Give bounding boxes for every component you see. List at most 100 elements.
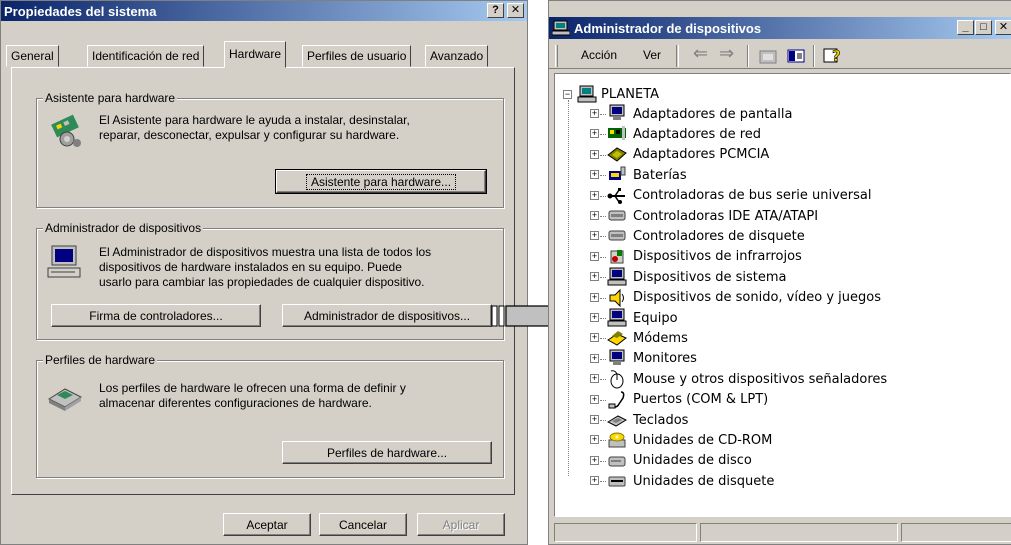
tree-item[interactable]: Puertos (COM & LPT) [607,390,768,410]
hardware-tab-panel: Asistente para hardware El Asistente par… [11,67,515,495]
expand-toggle[interactable]: + [590,251,599,261]
tree-item-label: Monitores [633,351,697,367]
back-arrow-icon[interactable]: ⇐ [693,43,708,64]
tree-item[interactable]: Dispositivos de sistema [607,267,787,287]
tree-connector [600,358,606,360]
tree-item[interactable]: Mouse y otros dispositivos señaladores [607,369,887,389]
tree-item-label: Adaptadores de pantalla [633,106,793,122]
tab-identificacion-red[interactable]: Identificación de red [87,45,205,67]
group-title: Perfiles de hardware [43,353,158,367]
svg-text:?: ? [832,47,841,65]
menu-action[interactable]: Acción [581,48,617,62]
help-icon[interactable]: ? [823,46,843,66]
floppy-drive-icon [608,476,626,487]
expand-toggle[interactable]: + [590,109,599,118]
tree-item[interactable]: Controladores de disquete [607,226,805,246]
expand-toggle[interactable]: + [590,272,599,282]
tree-connector [600,154,606,156]
device-manager-titlebar[interactable]: Administrador de dispositivos [549,17,1011,39]
tree-item[interactable]: Módems [607,328,688,348]
expand-toggle[interactable]: + [590,374,599,384]
tree-item-label: Dispositivos de infrarrojos [633,249,802,265]
minimize-button[interactable]: _ [957,20,974,35]
mouse-icon [610,370,624,389]
toolbar-grip [555,45,558,67]
up-folder-icon[interactable] [759,48,777,64]
toolbar-separator [747,45,749,67]
expand-toggle[interactable]: + [590,415,599,424]
tree-item-label: Controladoras de bus serie universal [633,188,872,204]
maximize-button[interactable]: □ [975,20,992,35]
expand-toggle[interactable]: + [590,394,599,404]
device-manager-button[interactable]: Administrador de dispositivos... [282,304,492,327]
tree-item[interactable]: Controladoras IDE ATA/ATAPI [607,206,818,226]
system-properties-titlebar[interactable]: Propiedades del sistema [1,1,527,21]
expand-toggle[interactable]: + [590,190,599,200]
hardware-wizard-button-label: Asistente para hardware... [305,173,457,190]
root-label: PLANETA [601,86,660,102]
expand-toggle[interactable]: + [590,313,599,322]
apply-button[interactable]: Aplicar [417,513,505,536]
expand-toggle[interactable]: + [590,231,599,241]
tree-item-label: Baterías [633,167,687,183]
driver-signing-button[interactable]: Firma de controladores... [51,304,261,327]
tree-item[interactable]: Adaptadores de red [607,124,761,144]
tree-item-label: Módems [633,330,688,346]
wizard-text-1: El Asistente para hardware le ayuda a in… [99,113,410,127]
toolbar-separator [676,45,679,67]
hardware-wizard-group: Asistente para hardware El Asistente par… [36,91,504,208]
ok-button[interactable]: Aceptar [223,513,311,536]
expand-toggle[interactable]: + [590,353,599,363]
hardware-profiles-button[interactable]: Perfiles de hardware... [282,441,492,464]
tree-item[interactable]: Equipo [607,308,678,328]
tab-perfiles-usuario[interactable]: Perfiles de usuario [302,45,412,67]
devmgr-text-2: dispositivos de hardware instalados en s… [99,260,402,274]
tree-item[interactable]: Unidades de disquete [607,471,774,491]
expand-toggle[interactable]: + [590,292,599,302]
tree-connector-line [568,100,569,476]
tree-item[interactable]: Baterías [607,165,687,185]
expand-toggle[interactable]: + [590,149,599,159]
expand-toggle[interactable]: + [590,170,599,180]
cancel-button[interactable]: Cancelar [319,513,407,536]
collapse-toggle[interactable]: − [563,90,572,99]
tree-root[interactable]: PLANETA [577,84,659,104]
group-title: Asistente para hardware [43,91,178,105]
tree-item-label: Adaptadores PCMCIA [633,147,770,163]
expand-toggle[interactable]: + [590,435,599,445]
tree-item[interactable]: Dispositivos de infrarrojos [607,247,802,267]
tab-general[interactable]: General [6,45,59,67]
properties-panel-icon[interactable] [787,48,805,64]
tree-item[interactable]: Dispositivos de sonido, vídeo y juegos [607,288,881,308]
tab-hardware[interactable]: Hardware [224,41,287,68]
computer-icon [607,308,627,327]
close-button[interactable]: ✕ [507,3,524,18]
menu-view[interactable]: Ver [643,48,661,62]
tree-item[interactable]: Unidades de CD-ROM [607,430,772,450]
expand-toggle[interactable]: + [590,455,599,465]
tree-item[interactable]: Adaptadores de pantalla [607,104,792,124]
wizard-text-2: reparar, desconectar, expulsar y configu… [99,128,400,142]
expand-toggle[interactable]: + [590,333,599,343]
help-button[interactable]: ? [487,3,504,18]
group-title: Administrador de dispositivos [43,221,204,235]
hardware-wizard-button[interactable]: Asistente para hardware... [275,169,487,194]
expand-toggle[interactable]: + [590,211,599,220]
tree-item[interactable]: Controladoras de bus serie universal [607,186,872,206]
menu-toolbar: Acción Ver ⇐ ⇒ ? [549,41,1011,69]
expand-toggle[interactable]: + [590,129,599,139]
tree-item[interactable]: Adaptadores PCMCIA [607,145,769,165]
device-manager-group: Administrador de dispositivos El Adminis… [36,221,504,340]
tab-avanzado[interactable]: Avanzado [425,45,489,67]
sound-icon [609,288,624,307]
expand-toggle[interactable]: + [590,476,599,486]
system-properties-window: Propiedades del sistema ? ✕ General Iden… [0,0,528,545]
tree-item-label: Puertos (COM & LPT) [633,392,769,408]
close-button[interactable]: ✕ [995,20,1011,35]
tree-item[interactable]: Monitores [607,349,697,369]
tree-item-label: Dispositivos de sistema [633,269,787,285]
forward-arrow-icon[interactable]: ⇒ [719,43,734,64]
tree-item[interactable]: Unidades de disco [607,451,752,471]
tree-item[interactable]: Teclados [607,410,688,430]
tree-connector [600,134,606,136]
